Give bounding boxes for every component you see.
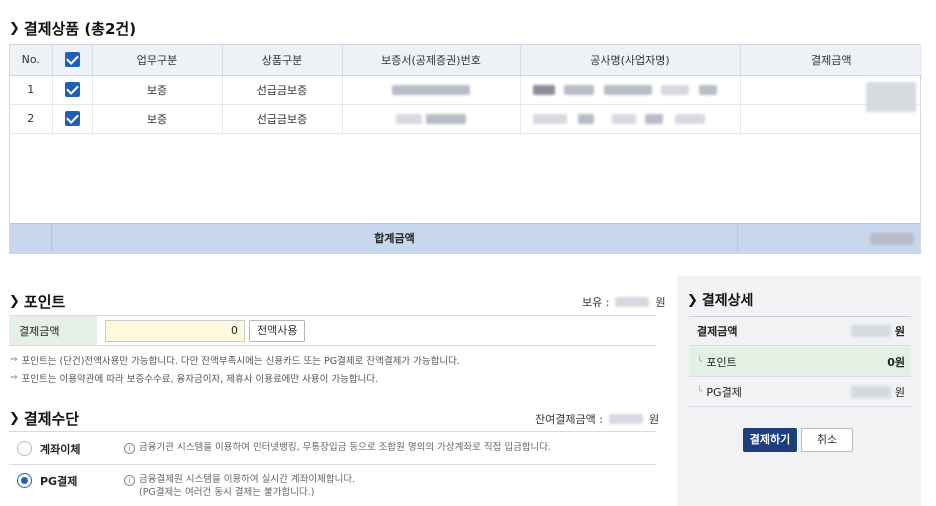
detail-pg-label: PG결제 [706, 385, 742, 399]
row-project-redacted [520, 104, 741, 134]
detail-point-label: 포인트 [706, 355, 737, 369]
detail-pg-row: └ PG결제 원 [689, 377, 911, 407]
points-amount-label: 결제금액 [9, 316, 97, 345]
detail-amount-row: 결제금액 원 [689, 316, 911, 346]
row-no: 1 [10, 75, 53, 105]
method-desc: i 금융기관 시스템을 이용하여 인터넷뱅킹, 무통장입금 등으로 조합원 명의의… [124, 441, 551, 454]
row-product: 선급금보증 [222, 75, 343, 105]
row-checkbox[interactable] [52, 104, 93, 134]
select-all-checkbox[interactable] [52, 45, 93, 76]
note-arrow-icon: ⇒ [10, 355, 18, 365]
method-title: 결제수단 [23, 410, 80, 428]
method-section-title: ❯ 결제수단 [9, 408, 79, 429]
detail-point-value: 0원 [887, 355, 905, 369]
col-header-amount: 결제금액 [740, 45, 922, 76]
method-option-transfer[interactable]: 계좌이체 i 금융기관 시스템을 이용하여 인터넷뱅킹, 무통장입금 등으로 조합… [9, 441, 656, 465]
detail-title: 결제상세 [701, 293, 754, 309]
detail-point-row: └ 포인트 0원 [689, 347, 911, 377]
use-all-points-button[interactable]: 전액사용 [249, 319, 306, 342]
method-option-pg[interactable]: PG결제 i 금융결제원 시스템을 이용하여 실시간 계좌이체합니다. (PG결제… [9, 473, 656, 503]
checkbox-checked-icon [64, 52, 80, 68]
points-amount-row: 결제금액 0 전액사용 [9, 316, 656, 346]
chevron-right-icon: ❯ [9, 21, 20, 36]
points-holding: 보유 : 원 [582, 294, 666, 310]
method-desc: i 금융결제원 시스템을 이용하여 실시간 계좌이체합니다. (PG결제는 여러건… [124, 473, 355, 499]
checkbox-checked-icon [64, 111, 80, 126]
col-header-project: 공사명(사업자명) [520, 45, 741, 76]
radio-transfer[interactable] [17, 441, 32, 456]
products-section-title: ❯ 결제상품 (총2건) [9, 18, 136, 39]
row-no: 2 [10, 104, 53, 134]
table-row: 1 보증 선급금보증 [10, 75, 922, 112]
divider [9, 464, 656, 465]
points-section-title: ❯ 포인트 [9, 291, 65, 312]
method-name: PG결제 [40, 475, 78, 488]
products-title: 결제상품 (총2건) [23, 20, 137, 38]
points-note: ⇒ 포인트는 이용약관에 따라 보증수수료, 융자금이자, 제휴사 이용료에만 … [10, 373, 379, 385]
info-icon: i [124, 443, 135, 454]
col-header-no: No. [10, 45, 53, 76]
remaining-amount: 잔여결제금액 : 원 [535, 411, 659, 427]
remaining-label: 잔여결제금액 : [535, 413, 603, 426]
table-row: 2 보증 선급금보증 [10, 104, 922, 134]
detail-amount-redacted [850, 325, 891, 337]
method-name: 계좌이체 [40, 443, 81, 456]
table-header-row: No. 업무구분 상품구분 보증서(공제증권)번호 공사명(사업자명) 결제금액 [10, 45, 922, 76]
detail-pg-redacted [850, 385, 891, 398]
chevron-right-icon: ❯ [9, 294, 20, 309]
total-row: 합계금액 [10, 223, 920, 253]
sub-item-icon: └ [697, 386, 703, 397]
row-certificate-redacted [342, 75, 521, 105]
cancel-button[interactable]: 취소 [801, 428, 853, 452]
holding-unit: 원 [655, 296, 666, 309]
row-project-redacted [520, 75, 741, 105]
sub-item-icon: └ [697, 356, 703, 367]
row-checkbox[interactable] [52, 75, 93, 105]
pay-button[interactable]: 결제하기 [743, 428, 797, 452]
total-label: 합계금액 [52, 224, 738, 253]
chevron-right-icon: ❯ [687, 292, 698, 308]
note-arrow-icon: ⇒ [10, 373, 18, 383]
remaining-unit: 원 [648, 413, 660, 426]
row-biz: 보증 [92, 75, 223, 105]
row-certificate-redacted [342, 104, 521, 134]
divider [9, 431, 656, 432]
col-header-biz: 업무구분 [92, 45, 223, 76]
detail-amount-label: 결제금액 [697, 325, 738, 338]
products-table: No. 업무구분 상품구분 보증서(공제증권)번호 공사명(사업자명) 결제금액… [9, 44, 922, 254]
points-amount-input[interactable]: 0 [105, 319, 245, 342]
remaining-value-redacted [608, 414, 643, 424]
points-note: ⇒ 포인트는 (단건)전액사용만 가능합니다. 다만 잔액부족시에는 신용카드 … [10, 355, 460, 367]
row-amount-redacted [740, 75, 922, 112]
col-header-certificate: 보증서(공제증권)번호 [342, 45, 521, 76]
col-header-product: 상품구분 [222, 45, 343, 76]
chevron-right-icon: ❯ [9, 411, 20, 426]
holding-label: 보유 : [582, 296, 610, 309]
holding-value-redacted [615, 297, 650, 307]
row-biz: 보증 [92, 104, 223, 134]
info-icon: i [124, 475, 135, 486]
total-amount-redacted [738, 224, 920, 253]
row-product: 선급금보증 [222, 104, 343, 134]
checkbox-checked-icon [64, 82, 80, 97]
radio-pg-selected[interactable] [17, 473, 32, 488]
detail-section-title: ❯ 결제상세 [687, 290, 753, 310]
points-title: 포인트 [23, 293, 66, 311]
